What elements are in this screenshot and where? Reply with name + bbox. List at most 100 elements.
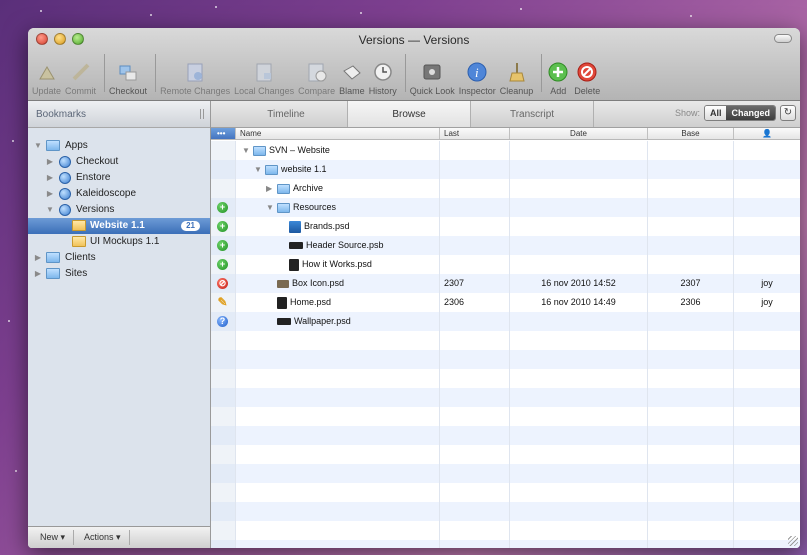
repository-icon xyxy=(59,204,71,216)
update-button[interactable]: Update xyxy=(32,60,61,96)
empty-cell xyxy=(734,388,800,407)
tree-item-checkout[interactable]: ▶ Checkout xyxy=(28,154,210,170)
unversioned-status-icon: ? xyxy=(217,316,228,327)
window-resize-handle[interactable] xyxy=(788,536,798,546)
column-header-status[interactable]: ••• xyxy=(211,128,236,139)
table-row[interactable]: + Brands.psd xyxy=(211,217,800,236)
empty-cell xyxy=(440,521,510,540)
update-label: Update xyxy=(32,86,62,96)
show-all-button[interactable]: All xyxy=(704,106,727,120)
status-cell: + xyxy=(211,236,236,255)
base-revision-cell xyxy=(648,217,734,236)
empty-table-row xyxy=(211,540,800,548)
disclosure-open-icon[interactable]: ▼ xyxy=(254,160,262,179)
disclosure-open-icon[interactable]: ▼ xyxy=(46,202,54,218)
tree-item-ui-mockups[interactable]: UI Mockups 1.1 xyxy=(28,234,210,250)
table-row[interactable]: ⊘ Box Icon.psd 2307 16 nov 2010 14:52 2307 jo… xyxy=(211,274,800,293)
cleanup-button[interactable]: Cleanup xyxy=(500,60,533,96)
column-header-date[interactable]: Date xyxy=(510,128,648,139)
delete-label: Delete xyxy=(574,86,601,96)
tree-item-apps[interactable]: ▼ Apps xyxy=(28,138,210,154)
actions-menu-button[interactable]: Actions ▾ xyxy=(76,530,130,545)
empty-cell xyxy=(440,426,510,445)
refresh-button[interactable]: ↻ xyxy=(780,105,796,121)
last-revision-cell: 2306 xyxy=(440,293,510,312)
table-row[interactable]: ✎ Home.psd 2306 16 nov 2010 14:49 2306 joy xyxy=(211,293,800,312)
name-cell: ▶ Archive xyxy=(236,179,440,198)
history-button[interactable]: History xyxy=(369,60,397,96)
commit-label: Commit xyxy=(65,86,97,96)
table-row[interactable]: ? Wallpaper.psd xyxy=(211,312,800,331)
tree-item-sites[interactable]: ▶ Sites xyxy=(28,266,210,282)
disclosure-open-icon[interactable]: ▼ xyxy=(34,138,42,154)
tree-item-versions[interactable]: ▼ Versions xyxy=(28,202,210,218)
empty-cell xyxy=(211,369,236,388)
local-changes-button[interactable]: Local Changes xyxy=(234,60,294,96)
main-area: Bookmarks ▼ Apps ▶ Checkout ▶ Enstore ▶ … xyxy=(28,101,800,548)
column-header-name[interactable]: Name xyxy=(236,128,440,139)
column-header-base[interactable]: Base xyxy=(648,128,734,139)
folder-icon xyxy=(277,183,290,194)
tab-browse[interactable]: Browse xyxy=(348,101,471,127)
empty-cell xyxy=(734,350,800,369)
date-cell xyxy=(510,236,648,255)
disclosure-closed-icon[interactable]: ▶ xyxy=(46,186,54,202)
add-button[interactable]: Add xyxy=(546,60,570,96)
new-menu-button[interactable]: New ▾ xyxy=(32,530,75,545)
table-row[interactable]: + How it Works.psd xyxy=(211,255,800,274)
inspector-button[interactable]: i Inspector xyxy=(459,60,496,96)
table-row[interactable]: ▼ SVN – Website xyxy=(211,141,800,160)
delete-icon xyxy=(575,60,599,84)
disclosure-closed-icon[interactable]: ▶ xyxy=(34,266,42,282)
commit-button[interactable]: Commit xyxy=(65,60,96,96)
delete-button[interactable]: Delete xyxy=(574,60,600,96)
history-label: History xyxy=(368,86,397,96)
bookmarks-tree: ▼ Apps ▶ Checkout ▶ Enstore ▶ Kaleidosco… xyxy=(28,128,210,282)
empty-cell xyxy=(211,388,236,407)
user-cell xyxy=(734,255,800,274)
tree-item-website-1-1[interactable]: Website 1.1 21 xyxy=(28,218,210,234)
empty-cell xyxy=(510,388,648,407)
toolbar-toggle-button[interactable] xyxy=(774,34,792,43)
table-row[interactable]: + ▼ Resources xyxy=(211,198,800,217)
commit-icon xyxy=(69,60,93,84)
empty-cell xyxy=(734,483,800,502)
disclosure-closed-icon[interactable]: ▶ xyxy=(34,250,42,266)
eye-icon xyxy=(420,60,444,84)
status-cell: ? xyxy=(211,312,236,331)
column-header-user[interactable]: 👤 xyxy=(734,128,800,139)
sidebar-resize-grip[interactable] xyxy=(200,109,204,119)
remote-changes-button[interactable]: Remote Changes xyxy=(160,60,230,96)
show-changed-button[interactable]: Changed xyxy=(726,106,775,120)
empty-table-row xyxy=(211,350,800,369)
disclosure-open-icon[interactable]: ▼ xyxy=(242,141,250,160)
empty-cell xyxy=(648,464,734,483)
disclosure-closed-icon[interactable]: ▶ xyxy=(46,154,54,170)
titlebar: Versions — Versions xyxy=(28,28,800,50)
tree-item-enstore[interactable]: ▶ Enstore xyxy=(28,170,210,186)
disclosure-closed-icon[interactable]: ▶ xyxy=(46,170,54,186)
status-cell: ⊘ xyxy=(211,274,236,293)
table-row[interactable]: ▶ Archive xyxy=(211,179,800,198)
tab-transcript[interactable]: Transcript xyxy=(471,101,594,127)
disclosure-closed-icon[interactable]: ▶ xyxy=(266,179,274,198)
tree-item-clients[interactable]: ▶ Clients xyxy=(28,250,210,266)
empty-cell xyxy=(510,331,648,350)
compare-button[interactable]: Compare xyxy=(298,60,335,96)
tree-item-kaleidoscope[interactable]: ▶ Kaleidoscope xyxy=(28,186,210,202)
checkout-button[interactable]: Checkout xyxy=(109,60,147,96)
column-header-last[interactable]: Last xyxy=(440,128,510,139)
toolbar-separator xyxy=(541,54,543,92)
quick-look-button[interactable]: Quick Look xyxy=(410,60,455,96)
empty-cell xyxy=(510,445,648,464)
disclosure-open-icon[interactable]: ▼ xyxy=(266,198,274,217)
sidebar: Bookmarks ▼ Apps ▶ Checkout ▶ Enstore ▶ … xyxy=(28,101,211,548)
empty-cell xyxy=(734,407,800,426)
blame-button[interactable]: Blame xyxy=(339,60,365,96)
table-row[interactable]: ▼ website 1.1 xyxy=(211,160,800,179)
tab-timeline[interactable]: Timeline xyxy=(225,101,348,127)
last-revision-cell xyxy=(440,141,510,160)
checkout-label: Checkout xyxy=(109,86,148,96)
table-row[interactable]: + Header Source.psb xyxy=(211,236,800,255)
empty-cell xyxy=(648,426,734,445)
